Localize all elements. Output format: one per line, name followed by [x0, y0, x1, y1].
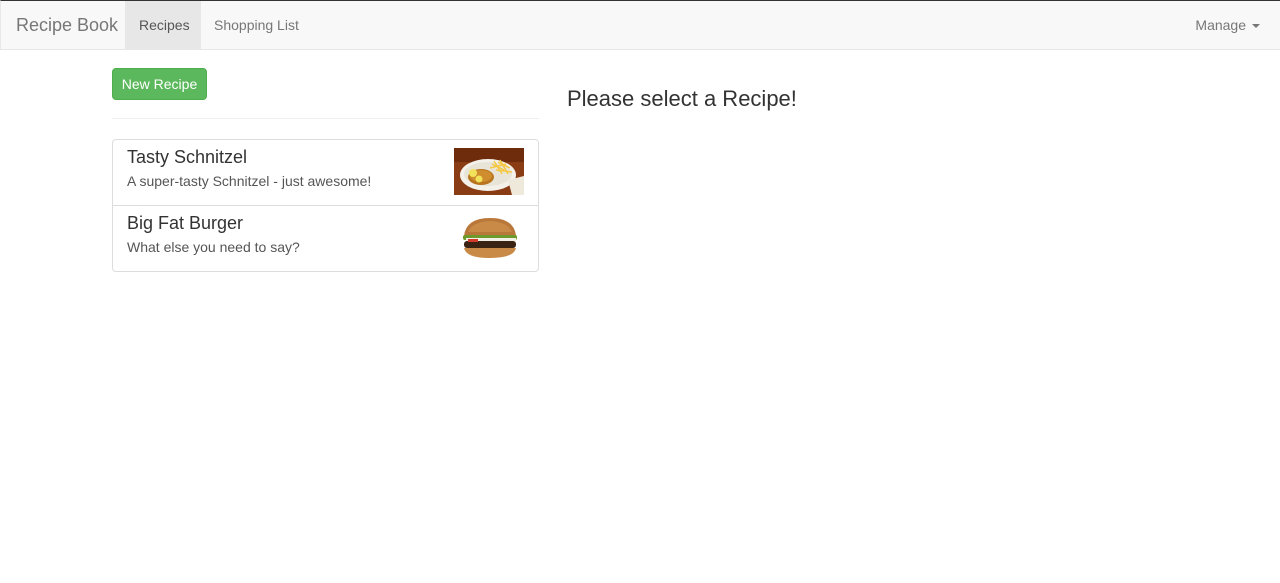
schnitzel-image: [454, 148, 524, 195]
recipe-description: A super-tasty Schnitzel - just awesome!: [127, 173, 372, 189]
burger-image: [454, 214, 524, 261]
manage-dropdown[interactable]: Manage: [1181, 1, 1274, 49]
select-recipe-placeholder: Please select a Recipe!: [567, 86, 797, 111]
divider: [112, 118, 539, 119]
recipe-list-item[interactable]: Tasty Schnitzel A super-tasty Schnitzel …: [112, 139, 539, 206]
recipe-description: What else you need to say?: [127, 239, 300, 255]
nav-recipes[interactable]: Recipes: [125, 1, 201, 49]
recipe-title: Tasty Schnitzel: [127, 147, 248, 167]
nav-shopping-list[interactable]: Shopping List: [200, 1, 313, 49]
recipe-title: Big Fat Burger: [127, 213, 244, 233]
caret-down-icon: [1252, 24, 1260, 29]
manage-label: Manage: [1195, 17, 1246, 33]
navbar: Recipe Book Recipes Shopping List Manage: [0, 0, 1280, 50]
brand-link[interactable]: Recipe Book: [16, 1, 118, 50]
recipe-list-item[interactable]: Big Fat Burger What else you need to say…: [112, 205, 539, 272]
new-recipe-button[interactable]: New Recipe: [112, 68, 207, 100]
